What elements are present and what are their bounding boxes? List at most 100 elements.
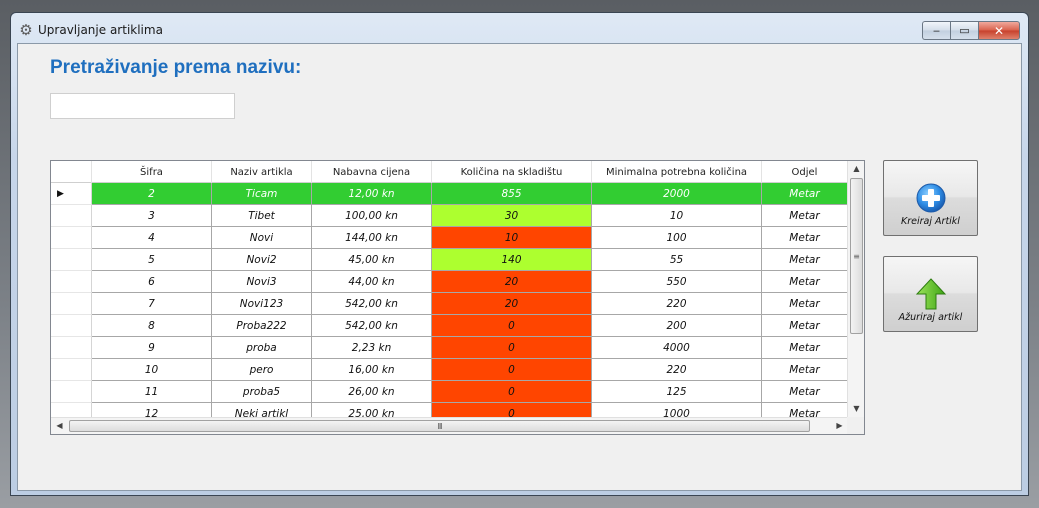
cell-cijena[interactable]: 2,23 kn bbox=[312, 337, 432, 359]
cell-min-kolicina[interactable]: 2000 bbox=[592, 183, 762, 205]
table-row[interactable]: 6 Novi3 44,00 kn 20 550 Metar bbox=[51, 271, 848, 293]
cell-sifra[interactable]: 4 bbox=[92, 227, 212, 249]
cell-odjel[interactable]: Metar bbox=[762, 337, 848, 359]
vertical-scrollbar[interactable]: ▲ ≡ ▼ bbox=[847, 161, 864, 417]
row-header[interactable] bbox=[51, 249, 92, 271]
cell-naziv[interactable]: Novi3 bbox=[212, 271, 312, 293]
cell-cijena[interactable]: 144,00 kn bbox=[312, 227, 432, 249]
table-row[interactable]: 5 Novi2 45,00 kn 140 55 Metar bbox=[51, 249, 848, 271]
cell-kolicina[interactable]: 855 bbox=[432, 183, 592, 205]
search-input[interactable] bbox=[50, 93, 235, 119]
scroll-right-icon[interactable]: ▶ bbox=[831, 418, 848, 434]
cell-naziv[interactable]: Tibet bbox=[212, 205, 312, 227]
minimize-button[interactable]: ‒ bbox=[922, 21, 950, 40]
maximize-button[interactable]: ▭ bbox=[950, 21, 978, 40]
table-row[interactable]: 4 Novi 144,00 kn 10 100 Metar bbox=[51, 227, 848, 249]
cell-min-kolicina[interactable]: 550 bbox=[592, 271, 762, 293]
cell-cijena[interactable]: 44,00 kn bbox=[312, 271, 432, 293]
table-row[interactable]: ▶ 2 Ticam 12,00 kn 855 2000 Metar bbox=[51, 183, 848, 205]
cell-sifra[interactable]: 9 bbox=[92, 337, 212, 359]
cell-kolicina[interactable]: 0 bbox=[432, 337, 592, 359]
row-header[interactable] bbox=[51, 271, 92, 293]
close-button[interactable]: ✕ bbox=[978, 21, 1020, 40]
cell-odjel[interactable]: Metar bbox=[762, 271, 848, 293]
table-row[interactable]: 3 Tibet 100,00 kn 30 10 Metar bbox=[51, 205, 848, 227]
row-header[interactable] bbox=[51, 227, 92, 249]
vertical-scroll-thumb[interactable]: ≡ bbox=[850, 178, 863, 334]
horizontal-scrollbar[interactable]: ◀ III ▶ bbox=[51, 417, 848, 434]
cell-min-kolicina[interactable]: 220 bbox=[592, 359, 762, 381]
cell-sifra[interactable]: 3 bbox=[92, 205, 212, 227]
cell-odjel[interactable]: Metar bbox=[762, 381, 848, 403]
cell-min-kolicina[interactable]: 10 bbox=[592, 205, 762, 227]
title-bar[interactable]: ⚙ Upravljanje artiklima ‒ ▭ ✕ bbox=[11, 13, 1028, 43]
column-header-cijena[interactable]: Nabavna cijena bbox=[312, 161, 432, 183]
row-header[interactable] bbox=[51, 315, 92, 337]
cell-kolicina[interactable]: 0 bbox=[432, 359, 592, 381]
cell-cijena[interactable]: 26,00 kn bbox=[312, 381, 432, 403]
create-article-button[interactable]: Kreiraj Artikl bbox=[883, 160, 978, 236]
column-header-sifra[interactable]: Šifra bbox=[92, 161, 212, 183]
column-header-odjel[interactable]: Odjel bbox=[762, 161, 848, 183]
cell-sifra[interactable]: 10 bbox=[92, 359, 212, 381]
scroll-left-icon[interactable]: ◀ bbox=[51, 418, 68, 434]
cell-sifra[interactable]: 11 bbox=[92, 381, 212, 403]
table-row[interactable]: 11 proba5 26,00 kn 0 125 Metar bbox=[51, 381, 848, 403]
row-header[interactable]: ▶ bbox=[51, 183, 92, 205]
column-header-naziv[interactable]: Naziv artikla bbox=[212, 161, 312, 183]
cell-naziv[interactable]: Novi bbox=[212, 227, 312, 249]
cell-naziv[interactable]: Novi123 bbox=[212, 293, 312, 315]
row-header[interactable] bbox=[51, 359, 92, 381]
cell-kolicina[interactable]: 140 bbox=[432, 249, 592, 271]
cell-cijena[interactable]: 542,00 kn bbox=[312, 315, 432, 337]
row-header[interactable] bbox=[51, 293, 92, 315]
update-article-button[interactable]: Ažuriraj artikl bbox=[883, 256, 978, 332]
cell-kolicina[interactable]: 20 bbox=[432, 293, 592, 315]
cell-cijena[interactable]: 542,00 kn bbox=[312, 293, 432, 315]
cell-cijena[interactable]: 100,00 kn bbox=[312, 205, 432, 227]
cell-sifra[interactable]: 5 bbox=[92, 249, 212, 271]
cell-min-kolicina[interactable]: 125 bbox=[592, 381, 762, 403]
cell-odjel[interactable]: Metar bbox=[762, 359, 848, 381]
column-header-kolicina[interactable]: Količina na skladištu bbox=[432, 161, 592, 183]
cell-odjel[interactable]: Metar bbox=[762, 293, 848, 315]
cell-kolicina[interactable]: 0 bbox=[432, 315, 592, 337]
cell-naziv[interactable]: proba5 bbox=[212, 381, 312, 403]
cell-kolicina[interactable]: 10 bbox=[432, 227, 592, 249]
cell-min-kolicina[interactable]: 220 bbox=[592, 293, 762, 315]
cell-odjel[interactable]: Metar bbox=[762, 205, 848, 227]
cell-min-kolicina[interactable]: 4000 bbox=[592, 337, 762, 359]
table-row[interactable]: 8 Proba222 542,00 kn 0 200 Metar bbox=[51, 315, 848, 337]
horizontal-scroll-thumb[interactable]: III bbox=[69, 420, 810, 432]
cell-sifra[interactable]: 6 bbox=[92, 271, 212, 293]
row-header[interactable] bbox=[51, 205, 92, 227]
articles-grid[interactable]: Šifra Naziv artikla Nabavna cijena Količ… bbox=[50, 160, 865, 435]
cell-naziv[interactable]: Proba222 bbox=[212, 315, 312, 337]
cell-kolicina[interactable]: 30 bbox=[432, 205, 592, 227]
cell-naziv[interactable]: Ticam bbox=[212, 183, 312, 205]
cell-kolicina[interactable]: 20 bbox=[432, 271, 592, 293]
row-header[interactable] bbox=[51, 337, 92, 359]
table-row[interactable]: 9 proba 2,23 kn 0 4000 Metar bbox=[51, 337, 848, 359]
cell-min-kolicina[interactable]: 100 bbox=[592, 227, 762, 249]
cell-kolicina[interactable]: 0 bbox=[432, 381, 592, 403]
table-row[interactable]: 10 pero 16,00 kn 0 220 Metar bbox=[51, 359, 848, 381]
cell-naziv[interactable]: proba bbox=[212, 337, 312, 359]
cell-cijena[interactable]: 12,00 kn bbox=[312, 183, 432, 205]
cell-naziv[interactable]: pero bbox=[212, 359, 312, 381]
scroll-down-icon[interactable]: ▼ bbox=[848, 401, 864, 417]
cell-sifra[interactable]: 8 bbox=[92, 315, 212, 337]
cell-odjel[interactable]: Metar bbox=[762, 183, 848, 205]
cell-odjel[interactable]: Metar bbox=[762, 249, 848, 271]
cell-odjel[interactable]: Metar bbox=[762, 227, 848, 249]
cell-odjel[interactable]: Metar bbox=[762, 315, 848, 337]
cell-sifra[interactable]: 7 bbox=[92, 293, 212, 315]
cell-min-kolicina[interactable]: 55 bbox=[592, 249, 762, 271]
cell-cijena[interactable]: 45,00 kn bbox=[312, 249, 432, 271]
column-header-min-kolicina[interactable]: Minimalna potrebna količina bbox=[592, 161, 762, 183]
cell-sifra[interactable]: 2 bbox=[92, 183, 212, 205]
scroll-up-icon[interactable]: ▲ bbox=[848, 161, 864, 177]
cell-naziv[interactable]: Novi2 bbox=[212, 249, 312, 271]
row-header[interactable] bbox=[51, 381, 92, 403]
cell-min-kolicina[interactable]: 200 bbox=[592, 315, 762, 337]
